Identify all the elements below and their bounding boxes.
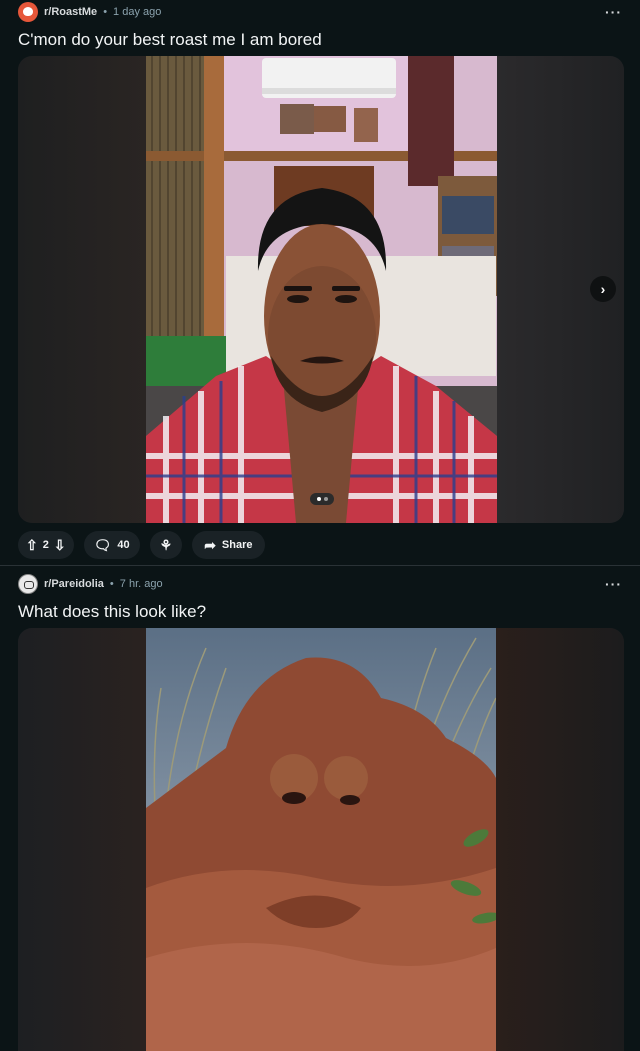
media-blur-left bbox=[18, 628, 146, 1051]
comment-icon: 🗨 bbox=[93, 537, 112, 553]
vote-control: ⇧ 2 ⇩ bbox=[18, 531, 74, 559]
post-divider bbox=[0, 565, 640, 566]
more-options-button[interactable]: ··· bbox=[605, 576, 622, 592]
pareidolia-avatar-icon[interactable] bbox=[18, 574, 38, 594]
gallery-pager bbox=[310, 493, 334, 505]
upvote-icon[interactable]: ⇧ bbox=[26, 538, 38, 552]
more-options-button[interactable]: ··· bbox=[605, 4, 622, 20]
termite-mound-image bbox=[146, 628, 500, 1051]
award-button[interactable]: ⚘ bbox=[149, 531, 183, 559]
media-blur-right bbox=[496, 628, 624, 1051]
comments-button[interactable]: 🗨 40 bbox=[83, 531, 140, 559]
subreddit-link[interactable]: r/RoastMe bbox=[44, 6, 97, 18]
share-button[interactable]: ➦ Share bbox=[192, 531, 265, 559]
post-pareidolia[interactable]: r/Pareidolia • 7 hr. ago ··· What does t… bbox=[0, 567, 640, 1051]
post-time: 1 day ago bbox=[113, 6, 162, 18]
comment-count: 40 bbox=[117, 539, 130, 551]
post-media-gallery[interactable]: › bbox=[18, 56, 624, 523]
post-time: 7 hr. ago bbox=[119, 578, 163, 590]
post-roastme[interactable]: r/RoastMe • 1 day ago ··· C'mon do your … bbox=[0, 0, 640, 566]
post-photo[interactable] bbox=[146, 56, 497, 523]
roastme-avatar-icon[interactable] bbox=[18, 2, 38, 22]
chevron-right-icon[interactable]: › bbox=[590, 276, 616, 302]
media-blur-left bbox=[18, 56, 146, 523]
vote-count: 2 bbox=[42, 539, 49, 551]
downvote-icon[interactable]: ⇩ bbox=[54, 538, 66, 552]
meta-separator: • bbox=[103, 6, 108, 18]
post-title[interactable]: C'mon do your best roast me I am bored bbox=[18, 30, 322, 50]
post-photo[interactable] bbox=[146, 628, 500, 1051]
post-title[interactable]: What does this look like? bbox=[18, 602, 206, 622]
share-label: Share bbox=[221, 539, 253, 551]
post-meta: r/RoastMe • 1 day ago bbox=[18, 2, 161, 22]
post-meta: r/Pareidolia • 7 hr. ago bbox=[18, 574, 163, 594]
pager-dot-active bbox=[316, 497, 321, 501]
selfie-image bbox=[146, 56, 497, 523]
award-icon: ⚘ bbox=[159, 537, 173, 553]
post-actions: ⇧ 2 ⇩ 🗨 40 ⚘ ➦ Share bbox=[18, 531, 265, 559]
post-media[interactable] bbox=[18, 628, 624, 1051]
meta-separator: • bbox=[109, 578, 114, 590]
subreddit-link[interactable]: r/Pareidolia bbox=[44, 578, 104, 590]
pager-dot bbox=[323, 497, 328, 501]
feed: r/RoastMe • 1 day ago ··· C'mon do your … bbox=[0, 0, 640, 1051]
share-icon: ➦ bbox=[204, 537, 216, 553]
